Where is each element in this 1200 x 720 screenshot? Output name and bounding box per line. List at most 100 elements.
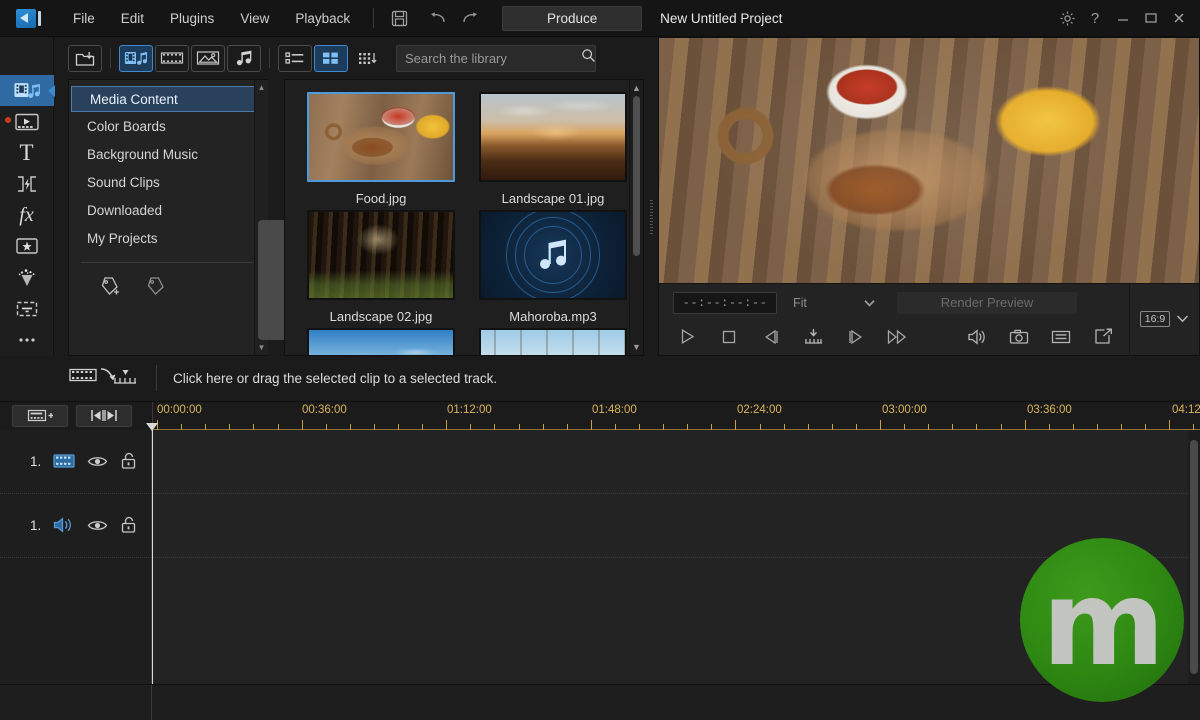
sidebar-item-fx-room[interactable]: fx (0, 200, 54, 231)
prev-frame-icon[interactable] (757, 325, 785, 349)
filter-all-media-icon[interactable] (119, 44, 153, 72)
help-icon[interactable]: ? (1082, 5, 1108, 31)
media-grid: Food.jpg Landscape 01.jpg Landscape 02.j… (285, 80, 629, 355)
sidebar-item-my-projects[interactable]: My Projects (69, 224, 268, 252)
media-thumbnail[interactable] (307, 92, 455, 182)
playhead[interactable] (146, 422, 158, 684)
next-frame-icon[interactable] (841, 325, 869, 349)
media-grid-scrollbar[interactable]: ▲ ▼ (629, 80, 643, 355)
audio-track-icon[interactable] (53, 517, 75, 533)
search-field[interactable] (405, 50, 581, 66)
sidebar-item-background-music[interactable]: Background Music (69, 140, 268, 168)
unlock-icon[interactable] (120, 516, 138, 534)
track-head-audio-1[interactable]: 1. (0, 494, 151, 558)
eye-icon[interactable] (87, 454, 108, 469)
fit-project-icon[interactable] (76, 404, 132, 427)
track-lane-video-1[interactable] (152, 430, 1200, 494)
external-window-icon[interactable] (1089, 325, 1117, 349)
media-thumbnail[interactable] (479, 328, 627, 355)
sidebar-item-effect-room[interactable] (0, 106, 54, 137)
timeline-vertical-scrollbar[interactable] (1188, 429, 1200, 684)
menu-playback[interactable]: Playback (282, 5, 363, 32)
minimize-icon[interactable] (1110, 5, 1136, 31)
aspect-ratio-badge[interactable]: 16:9 (1139, 311, 1171, 327)
close-icon[interactable] (1166, 5, 1192, 31)
grid-scroll-down-icon[interactable]: ▼ (630, 340, 643, 354)
media-thumbnail[interactable] (479, 92, 627, 182)
list-item[interactable]: Food.jpg (307, 92, 455, 206)
grid-scroll-thumb[interactable] (633, 96, 640, 256)
list-view-icon[interactable] (278, 44, 312, 72)
sidebar-item-downloaded[interactable]: Downloaded (69, 196, 268, 224)
stop-icon[interactable] (715, 325, 743, 349)
track-lanes[interactable] (146, 422, 1200, 684)
filter-image-icon[interactable] (191, 44, 225, 72)
preview-video[interactable] (659, 38, 1199, 283)
sort-icon[interactable] (350, 45, 384, 72)
list-panel-icon[interactable] (1047, 325, 1075, 349)
list-item[interactable]: Landscape 02.jpg (307, 210, 455, 324)
list-item[interactable] (307, 328, 455, 355)
sidebar-item-particle-room[interactable] (0, 262, 54, 293)
play-icon[interactable] (673, 325, 701, 349)
search-icon[interactable] (581, 48, 596, 68)
render-preview-button[interactable]: Render Preview (897, 291, 1077, 314)
timeline-scroll-thumb[interactable] (1190, 439, 1198, 674)
sidebar-item-media-room[interactable] (0, 75, 55, 107)
tree-scroll-down-icon[interactable]: ▼ (255, 341, 268, 354)
sidebar-item-title-room[interactable]: T (0, 137, 54, 168)
speaker-icon[interactable] (963, 325, 991, 349)
menu-view[interactable]: View (227, 5, 282, 32)
track-lane-audio-1[interactable] (152, 494, 1200, 558)
chevron-down-icon[interactable] (864, 296, 875, 310)
preview-timecode[interactable]: --:--:--:-- (673, 291, 777, 314)
add-tag-icon[interactable] (99, 275, 125, 299)
video-track-icon[interactable] (53, 453, 75, 469)
filter-video-icon[interactable] (155, 44, 189, 72)
media-thumbnail[interactable] (307, 210, 455, 300)
sidebar-item-overlay-room[interactable] (0, 231, 54, 262)
sidebar-item-sound-clips[interactable]: Sound Clips (69, 168, 268, 196)
maximize-icon[interactable] (1138, 5, 1164, 31)
preview-zoom-select[interactable]: Fit (787, 292, 879, 314)
sidebar-item-media-content[interactable]: Media Content (71, 86, 266, 112)
remove-tag-icon[interactable] (143, 275, 169, 299)
list-item[interactable]: Landscape 01.jpg (479, 92, 627, 206)
list-item[interactable]: Mahoroba.mp3 (479, 210, 627, 324)
produce-button[interactable]: Produce (502, 5, 643, 31)
menu-file[interactable]: File (60, 5, 108, 32)
preview-aspect-control[interactable]: 16:9 (1129, 283, 1199, 355)
search-input[interactable] (396, 44, 596, 72)
aspect-chevron-down-icon[interactable] (1176, 310, 1189, 328)
sidebar-item-transition-room[interactable] (0, 169, 54, 200)
grid-view-icon[interactable] (314, 44, 348, 72)
redo-icon[interactable] (454, 5, 484, 31)
add-clip-to-track-icon[interactable] (68, 364, 140, 393)
track-head-video-1[interactable]: 1. (0, 430, 151, 494)
fast-forward-icon[interactable] (883, 325, 911, 349)
unlock-icon[interactable] (120, 452, 138, 470)
tree-scrollbar[interactable]: ▲ ▼ (254, 80, 406, 355)
sidebar-item-subtitle-room[interactable] (0, 293, 54, 324)
media-thumbnail[interactable] (307, 328, 455, 355)
eye-icon[interactable] (87, 518, 108, 533)
filter-audio-icon[interactable] (227, 44, 261, 72)
camera-icon[interactable] (1005, 325, 1033, 349)
add-track-icon[interactable] (12, 404, 68, 427)
sidebar-item-color-boards[interactable]: Color Boards (69, 112, 268, 140)
settings-gear-icon[interactable] (1054, 5, 1080, 31)
list-item[interactable] (479, 328, 627, 355)
menu-plugins[interactable]: Plugins (157, 5, 227, 32)
tree-scroll-up-icon[interactable]: ▲ (255, 81, 268, 94)
undo-icon[interactable] (424, 5, 454, 31)
app-logo-icon[interactable] (14, 7, 42, 29)
save-icon[interactable] (384, 5, 414, 31)
panel-resize-handle[interactable] (644, 79, 658, 356)
media-thumbnail[interactable] (479, 210, 627, 300)
mark-in-icon[interactable] (799, 325, 827, 349)
import-media-icon[interactable] (68, 44, 102, 72)
grid-scroll-up-icon[interactable]: ▲ (630, 81, 643, 95)
timeline-ruler[interactable]: 00:00:00 00:36:00 01:12:00 01:48:00 02:2… (152, 401, 1200, 430)
menu-edit[interactable]: Edit (108, 5, 157, 32)
sidebar-item-more-rooms[interactable] (0, 324, 54, 355)
